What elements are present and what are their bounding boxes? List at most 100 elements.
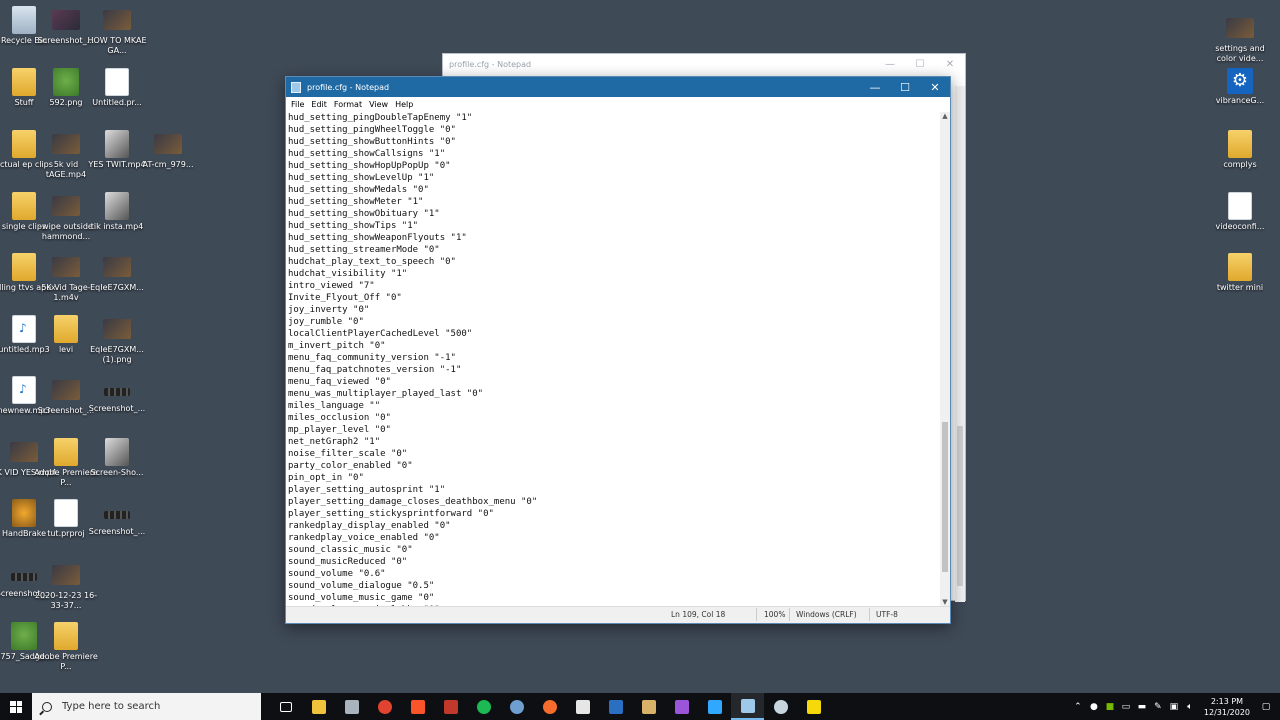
- taskbar-origin-icon[interactable]: [533, 693, 566, 720]
- taskbar-photoshop-icon[interactable]: [698, 693, 731, 720]
- text-line[interactable]: party_color_enabled "0": [288, 460, 942, 472]
- chevron-up-icon[interactable]: ⌃: [1070, 702, 1086, 712]
- desktop-icon[interactable]: twitter mini: [1207, 253, 1273, 293]
- text-line[interactable]: hud_setting_showCallsigns "1": [288, 148, 942, 160]
- menu-edit[interactable]: Edit: [310, 100, 333, 109]
- text-line[interactable]: sound_volume_dialogue "0.5": [288, 580, 942, 592]
- scrollbar-thumb[interactable]: [957, 426, 963, 586]
- close-button[interactable]: ✕: [920, 77, 950, 97]
- text-line[interactable]: sound_volume_music_game "0": [288, 592, 942, 604]
- taskbar-sticky-notes-icon[interactable]: [797, 693, 830, 720]
- pen-icon[interactable]: ✎: [1150, 702, 1166, 712]
- menu-view[interactable]: View: [368, 100, 394, 109]
- desktop-icon[interactable]: tik insta.mp4: [84, 192, 150, 232]
- volume-icon[interactable]: 🔈︎: [1182, 702, 1198, 712]
- taskbar-premiere-icon[interactable]: [665, 693, 698, 720]
- taskbar-brave-icon[interactable]: [401, 693, 434, 720]
- text-line[interactable]: sound_musicReduced "0": [288, 556, 942, 568]
- desktop-icon[interactable]: 2020-12-23 16-33-37...: [33, 561, 99, 611]
- start-button[interactable]: [0, 693, 32, 720]
- text-line[interactable]: net_netGraph2 "1": [288, 436, 942, 448]
- desktop-icon[interactable]: ⚙ vibranceG...: [1207, 68, 1273, 106]
- text-line[interactable]: hudchat_play_text_to_speech "0": [288, 256, 942, 268]
- text-line[interactable]: miles_language "": [288, 400, 942, 412]
- text-line[interactable]: miles_occlusion "0": [288, 412, 942, 424]
- text-line[interactable]: hud_setting_showButtonHints "0": [288, 136, 942, 148]
- menu-file[interactable]: File: [290, 100, 310, 109]
- taskbar-app-blue-icon[interactable]: [599, 693, 632, 720]
- desktop-icon[interactable]: EqIeE7GXM...: [84, 253, 150, 293]
- text-line[interactable]: localClientPlayerCachedLevel "500": [288, 328, 942, 340]
- text-line[interactable]: hud_setting_showMeter "1": [288, 196, 942, 208]
- desktop-icon[interactable]: settings and color vide...: [1207, 14, 1273, 64]
- taskbar-notepad-icon[interactable]: [731, 693, 764, 720]
- maximize-icon[interactable]: ☐: [905, 59, 935, 70]
- text-line[interactable]: sound_classic_music "0": [288, 544, 942, 556]
- taskbar-app-tan-icon[interactable]: [632, 693, 665, 720]
- scroll-up-icon[interactable]: ▲: [940, 112, 950, 122]
- text-line[interactable]: hud_setting_streamerMode "0": [288, 244, 942, 256]
- nvidia-icon[interactable]: ■: [1102, 702, 1118, 712]
- text-line[interactable]: rankedplay_display_enabled "0": [288, 520, 942, 532]
- menu-help[interactable]: Help: [394, 100, 419, 109]
- text-line[interactable]: player_setting_damage_closes_deathbox_me…: [288, 496, 942, 508]
- text-line[interactable]: mp_player_level "0": [288, 424, 942, 436]
- desktop-icon[interactable]: Screenshot_...: [84, 376, 150, 414]
- desktop-icon[interactable]: complys: [1207, 130, 1273, 170]
- text-line[interactable]: joy_rumble "0": [288, 316, 942, 328]
- text-line[interactable]: hud_setting_showLevelUp "1": [288, 172, 942, 184]
- text-line[interactable]: rankedplay_voice_enabled "0": [288, 532, 942, 544]
- notepad-window[interactable]: profile.cfg - Notepad — ☐ ✕ File Edit Fo…: [285, 76, 951, 624]
- keyboard-icon[interactable]: ▬: [1134, 702, 1150, 712]
- taskbar-chrome-icon[interactable]: [368, 693, 401, 720]
- desktop-icon[interactable]: Screen-Sho...: [84, 438, 150, 478]
- background-scrollbar[interactable]: [955, 86, 965, 602]
- taskbar-steam-2-icon[interactable]: [764, 693, 797, 720]
- text-line[interactable]: menu_faq_viewed "0": [288, 376, 942, 388]
- minimize-button[interactable]: —: [860, 77, 890, 97]
- desktop-icon[interactable]: HOW TO MKAE GA...: [84, 6, 150, 56]
- text-line[interactable]: hud_setting_showObituary "1": [288, 208, 942, 220]
- text-line[interactable]: hud_setting_showWeaponFlyouts "1": [288, 232, 942, 244]
- maximize-button[interactable]: ☐: [890, 77, 920, 97]
- desktop-icon[interactable]: EqIeE7GXM... (1).png: [84, 315, 150, 365]
- text-line[interactable]: menu_faq_patchnotes_version "-1": [288, 364, 942, 376]
- text-line[interactable]: menu_was_multiplayer_played_last "0": [288, 388, 942, 400]
- text-line[interactable]: joy_inverty "0": [288, 304, 942, 316]
- text-line[interactable]: menu_faq_community_version "-1": [288, 352, 942, 364]
- text-line[interactable]: noise_filter_scale "0": [288, 448, 942, 460]
- text-line[interactable]: intro_viewed "7": [288, 280, 942, 292]
- taskbar-steam-icon[interactable]: [500, 693, 533, 720]
- taskbar-file-explorer-icon[interactable]: [302, 693, 335, 720]
- text-line[interactable]: m_invert_pitch "0": [288, 340, 942, 352]
- minimize-icon[interactable]: —: [875, 59, 905, 70]
- text-line[interactable]: hud_setting_pingWheelToggle "0": [288, 124, 942, 136]
- microphone-icon[interactable]: ●: [1086, 702, 1102, 712]
- desktop-icon[interactable]: AT-cm_979...: [135, 130, 201, 170]
- text-line[interactable]: player_setting_autosprint "1": [288, 484, 942, 496]
- clock[interactable]: 2:13 PM 12/31/2020: [1204, 696, 1250, 718]
- desktop-icon[interactable]: Untitled.pr...: [84, 68, 150, 108]
- text-line[interactable]: hud_setting_pingDoubleTapEnemy "1": [288, 112, 942, 124]
- text-editor[interactable]: hud_setting_pingDoubleTapEnemy "1" hud_se…: [286, 112, 942, 608]
- desktop-icon[interactable]: Screenshot_...: [84, 499, 150, 537]
- text-line[interactable]: hud_setting_showMedals "0": [288, 184, 942, 196]
- menu-format[interactable]: Format: [333, 100, 368, 109]
- notepad-titlebar[interactable]: profile.cfg - Notepad — ☐ ✕: [286, 77, 950, 97]
- search-box[interactable]: Type here to search: [32, 693, 261, 720]
- text-line[interactable]: player_setting_stickysprintforward "0": [288, 508, 942, 520]
- text-line[interactable]: hud_setting_showTips "1": [288, 220, 942, 232]
- vertical-scrollbar[interactable]: ▲ ▼: [940, 112, 950, 608]
- text-line[interactable]: hudchat_visibility "1": [288, 268, 942, 280]
- text-line[interactable]: sound_volume "0.6": [288, 568, 942, 580]
- close-icon[interactable]: ✕: [935, 59, 965, 70]
- tray-app-icon[interactable]: ▭: [1118, 702, 1134, 712]
- desktop-icon[interactable]: videoconfi...: [1207, 192, 1273, 232]
- text-line[interactable]: Invite_Flyout_Off "0": [288, 292, 942, 304]
- notifications-icon[interactable]: ▢: [1258, 702, 1274, 712]
- network-icon[interactable]: ▣: [1166, 702, 1182, 712]
- taskbar-spotify-icon[interactable]: [467, 693, 500, 720]
- taskbar-epic-games-icon[interactable]: [566, 693, 599, 720]
- desktop-icon[interactable]: Adobe Premiere P...: [33, 622, 99, 672]
- background-window-titlebar[interactable]: profile.cfg - Notepad — ☐ ✕: [443, 54, 965, 75]
